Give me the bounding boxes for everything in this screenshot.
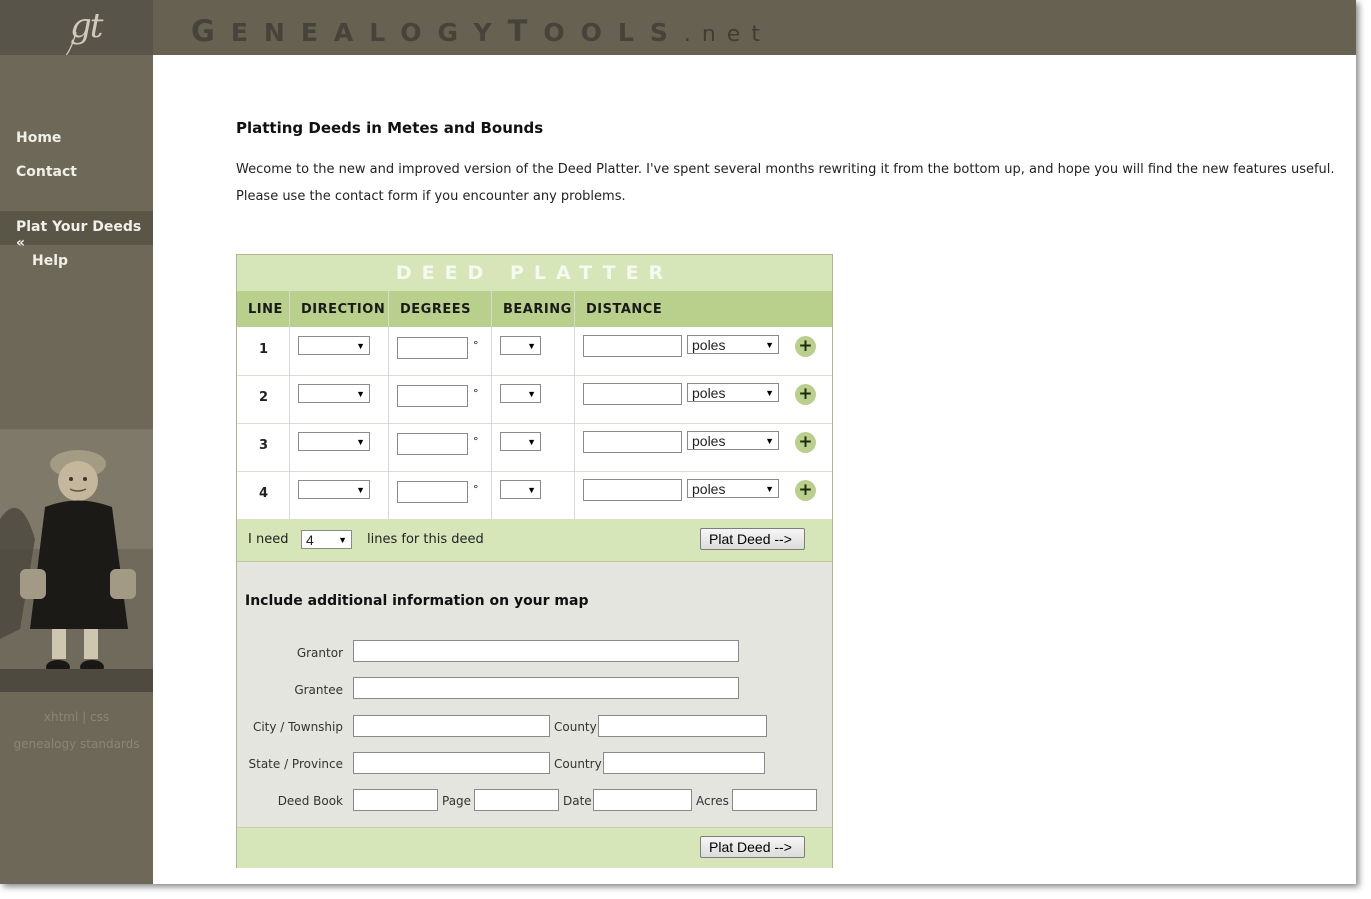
direction-select[interactable] xyxy=(298,480,370,499)
country-field[interactable] xyxy=(603,752,765,774)
page-label: Page xyxy=(442,794,472,808)
degree-symbol: ° xyxy=(473,483,479,496)
plat-deed-button[interactable]: Plat Deed --> xyxy=(700,528,805,550)
line-number: 2 xyxy=(259,390,269,405)
city-label: City / Township xyxy=(252,720,343,734)
need-suffix-label: lines for this deed xyxy=(367,532,484,547)
table-row: 3 ° poles + xyxy=(237,423,832,472)
line-number: 1 xyxy=(259,342,269,357)
browser-page: gt GENEALOGYTOOLS.net Home Contact Plat … xyxy=(0,0,1356,884)
main-content: Platting Deeds in Metes and Bounds Wecom… xyxy=(236,0,1356,884)
table-row: 1 ° poles + xyxy=(237,327,832,376)
sidebar-item-plat-your-deeds[interactable]: Plat Your Deeds « xyxy=(16,219,153,251)
col-direction: DIRECTION xyxy=(301,302,386,317)
unit-select[interactable]: poles xyxy=(687,479,779,498)
need-label: I need xyxy=(248,532,289,547)
sidebar: Home Contact Plat Your Deeds « Help xhtm… xyxy=(0,55,153,884)
add-line-icon[interactable]: + xyxy=(795,384,816,405)
distance-input[interactable] xyxy=(583,383,682,405)
unit-select[interactable]: poles xyxy=(687,383,779,402)
date-label: Date xyxy=(563,794,592,808)
column-divider xyxy=(574,291,575,519)
line-number: 4 xyxy=(259,486,269,501)
col-line: LINE xyxy=(248,302,283,317)
grantee-field[interactable] xyxy=(353,677,739,699)
degrees-input[interactable] xyxy=(397,433,468,455)
col-distance: DISTANCE xyxy=(586,302,663,317)
add-line-icon[interactable]: + xyxy=(795,480,816,501)
col-degrees: DEGREES xyxy=(400,302,471,317)
unit-select[interactable]: poles xyxy=(687,335,779,354)
col-bearing: BEARING xyxy=(503,302,572,317)
acres-label: Acres xyxy=(696,794,729,808)
intro-paragraph: Wecome to the new and improved version o… xyxy=(236,162,1335,204)
degrees-input[interactable] xyxy=(397,481,468,503)
child-photo-illustration xyxy=(0,429,153,692)
line-count-bar: I need 4 lines for this deed Plat Deed -… xyxy=(237,519,832,562)
county-field[interactable] xyxy=(598,715,767,737)
degrees-input[interactable] xyxy=(397,337,468,359)
platter-title: DEED PLATTER xyxy=(237,255,832,291)
page-field[interactable] xyxy=(474,789,559,811)
degrees-input[interactable] xyxy=(397,385,468,407)
bearing-select[interactable] xyxy=(500,480,541,499)
date-field[interactable] xyxy=(593,789,692,811)
distance-input[interactable] xyxy=(583,431,682,453)
degree-symbol: ° xyxy=(473,339,479,352)
grantor-field[interactable] xyxy=(353,640,739,662)
degree-symbol: ° xyxy=(473,435,479,448)
add-line-icon[interactable]: + xyxy=(795,336,816,357)
county-label: County xyxy=(554,720,597,734)
table-row: 2 ° poles + xyxy=(237,375,832,424)
sidebar-item-help[interactable]: Help xyxy=(32,253,68,269)
footer-validation-links[interactable]: xhtml | css xyxy=(0,710,153,724)
bearing-select[interactable] xyxy=(500,384,541,403)
add-line-icon[interactable]: + xyxy=(795,432,816,453)
grantee-label: Grantee xyxy=(294,683,343,697)
vintage-child-photo xyxy=(0,429,153,692)
sidebar-item-contact[interactable]: Contact xyxy=(16,164,77,180)
unit-select[interactable]: poles xyxy=(687,431,779,450)
state-field[interactable] xyxy=(353,752,550,774)
bearing-select[interactable] xyxy=(500,336,541,355)
column-divider xyxy=(289,291,290,519)
column-divider xyxy=(491,291,492,519)
column-divider xyxy=(388,291,389,519)
line-number: 3 xyxy=(259,438,269,453)
deed-book-label: Deed Book xyxy=(277,794,343,808)
country-label: Country xyxy=(554,757,602,771)
site-title-part: G xyxy=(191,14,231,48)
distance-input[interactable] xyxy=(583,479,682,501)
direction-select[interactable] xyxy=(298,384,370,403)
distance-input[interactable] xyxy=(583,335,682,357)
city-field[interactable] xyxy=(353,715,550,737)
plat-deed-button-bottom[interactable]: Plat Deed --> xyxy=(700,836,805,858)
acres-field[interactable] xyxy=(732,789,817,811)
direction-select[interactable] xyxy=(298,336,370,355)
direction-select[interactable] xyxy=(298,432,370,451)
bottom-action-bar: Plat Deed --> xyxy=(237,827,832,868)
column-header-row: LINE DIRECTION DEGREES BEARING DISTANCE xyxy=(237,291,832,327)
table-row: 4 ° poles + xyxy=(237,471,832,519)
additional-info-heading: Include additional information on your m… xyxy=(245,593,589,609)
deed-platter-form: DEED PLATTER LINE DIRECTION DEGREES BEAR… xyxy=(236,254,833,868)
line-count-select[interactable]: 4 xyxy=(301,530,352,549)
deed-book-field[interactable] xyxy=(353,789,438,811)
bearing-select[interactable] xyxy=(500,432,541,451)
sidebar-item-home[interactable]: Home xyxy=(16,130,61,146)
grantor-label: Grantor xyxy=(296,646,343,660)
deed-lines-table: 1 ° poles + 2 ° poles xyxy=(237,327,832,519)
degree-symbol: ° xyxy=(473,387,479,400)
state-label: State / Province xyxy=(248,757,344,771)
site-logo[interactable]: gt xyxy=(0,0,153,75)
footer-standards-link[interactable]: genealogy standards xyxy=(0,737,153,751)
page-title: Platting Deeds in Metes and Bounds xyxy=(236,119,544,137)
